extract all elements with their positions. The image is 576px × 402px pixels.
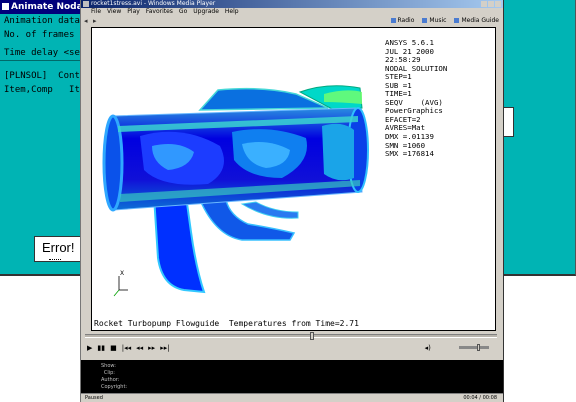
play-button[interactable]: ▶ xyxy=(87,344,92,352)
skip-back-button[interactable]: |◂◂ xyxy=(122,344,131,352)
author-label: Author: xyxy=(101,377,120,383)
divider xyxy=(0,60,80,61)
dialog-title: Animate Nodal xyxy=(11,2,80,12)
menu-play[interactable]: Play xyxy=(127,8,140,16)
nav-link-media-guide[interactable]: Media Guide xyxy=(454,17,499,24)
dialog-line: Animation data xyxy=(4,16,80,26)
minimize-button[interactable] xyxy=(481,1,487,7)
dialog-line: Item,Comp It xyxy=(4,85,80,95)
volume-slider[interactable] xyxy=(459,344,489,351)
nav-link-radio[interactable]: Radio xyxy=(391,17,415,24)
media-player-icon xyxy=(83,1,89,7)
navigation-bar: ◂ ▸ Radio Music Media Guide xyxy=(81,16,503,26)
plot-info-line: SMX =176814 xyxy=(385,149,434,159)
seek-bar[interactable] xyxy=(85,332,497,340)
forward-button[interactable]: ▸ xyxy=(93,17,97,25)
clip-info-panel: Show: Clip: Author: Copyright: xyxy=(81,360,503,393)
elapsed-time: 00:04 / 00:08 xyxy=(463,395,497,401)
dialog-line: No. of frames xyxy=(4,30,75,40)
coordinate-triad-label: X xyxy=(120,270,125,277)
maximize-button[interactable] xyxy=(488,1,494,7)
window-title: rocket1stress.avi - Windows Media Player xyxy=(91,0,216,7)
show-label: Show: xyxy=(101,363,116,369)
back-button[interactable]: ◂ xyxy=(84,17,88,25)
pause-button[interactable]: ▮▮ xyxy=(97,344,105,352)
volume-thumb[interactable] xyxy=(477,344,480,351)
close-button[interactable] xyxy=(495,1,501,7)
error-dialog: Error! xyxy=(34,236,82,262)
dialog-line: [PLNSOL] Cont xyxy=(4,71,80,81)
error-message: Error! xyxy=(42,240,75,255)
playback-status: Paused xyxy=(85,395,103,401)
menu-view[interactable]: View xyxy=(107,8,121,16)
media-player-titlebar[interactable]: rocket1stress.avi - Windows Media Player xyxy=(81,0,503,8)
fast-forward-button[interactable]: ▸▸ xyxy=(148,344,155,352)
window-icon xyxy=(2,3,9,10)
divider xyxy=(49,259,61,262)
copyright-label: Copyright: xyxy=(101,384,128,390)
rewind-button[interactable]: ◂◂ xyxy=(136,344,143,352)
playback-controls: ▶ ▮▮ ■ |◂◂ ◂◂ ▸▸ ▸▸| ◂) xyxy=(81,339,503,357)
menu-upgrade[interactable]: Upgrade xyxy=(193,8,219,16)
plot-caption: Rocket Turbopump Flowguide Temperatures … xyxy=(94,319,359,328)
ansys-plot-info: ANSYS 5.6.1 JUL 21 2000 22:58:29 NODAL S… xyxy=(385,38,447,159)
menu-go[interactable]: Go xyxy=(179,8,187,16)
video-viewport[interactable]: X ANSYS 5.6.1 JUL 21 2000 22:58:29 NODAL… xyxy=(91,27,496,331)
menu-bar: File View Play Favorites Go Upgrade Help xyxy=(81,8,503,16)
menu-help[interactable]: Help xyxy=(225,8,239,16)
menu-file[interactable]: File xyxy=(91,8,101,16)
media-player-window: rocket1stress.avi - Windows Media Player… xyxy=(80,0,504,402)
mute-icon[interactable]: ◂) xyxy=(425,344,431,352)
nav-link-music[interactable]: Music xyxy=(422,17,446,24)
dialog-line: Time delay <se xyxy=(4,48,80,58)
animate-nodal-titlebar[interactable]: Animate Nodal xyxy=(0,0,80,14)
stop-button[interactable]: ■ xyxy=(110,344,117,352)
status-bar: Paused 00:04 / 00:08 xyxy=(81,393,503,402)
clip-label: Clip: xyxy=(103,370,115,376)
menu-favorites[interactable]: Favorites xyxy=(146,8,173,16)
skip-forward-button[interactable]: ▸▸| xyxy=(160,344,169,352)
